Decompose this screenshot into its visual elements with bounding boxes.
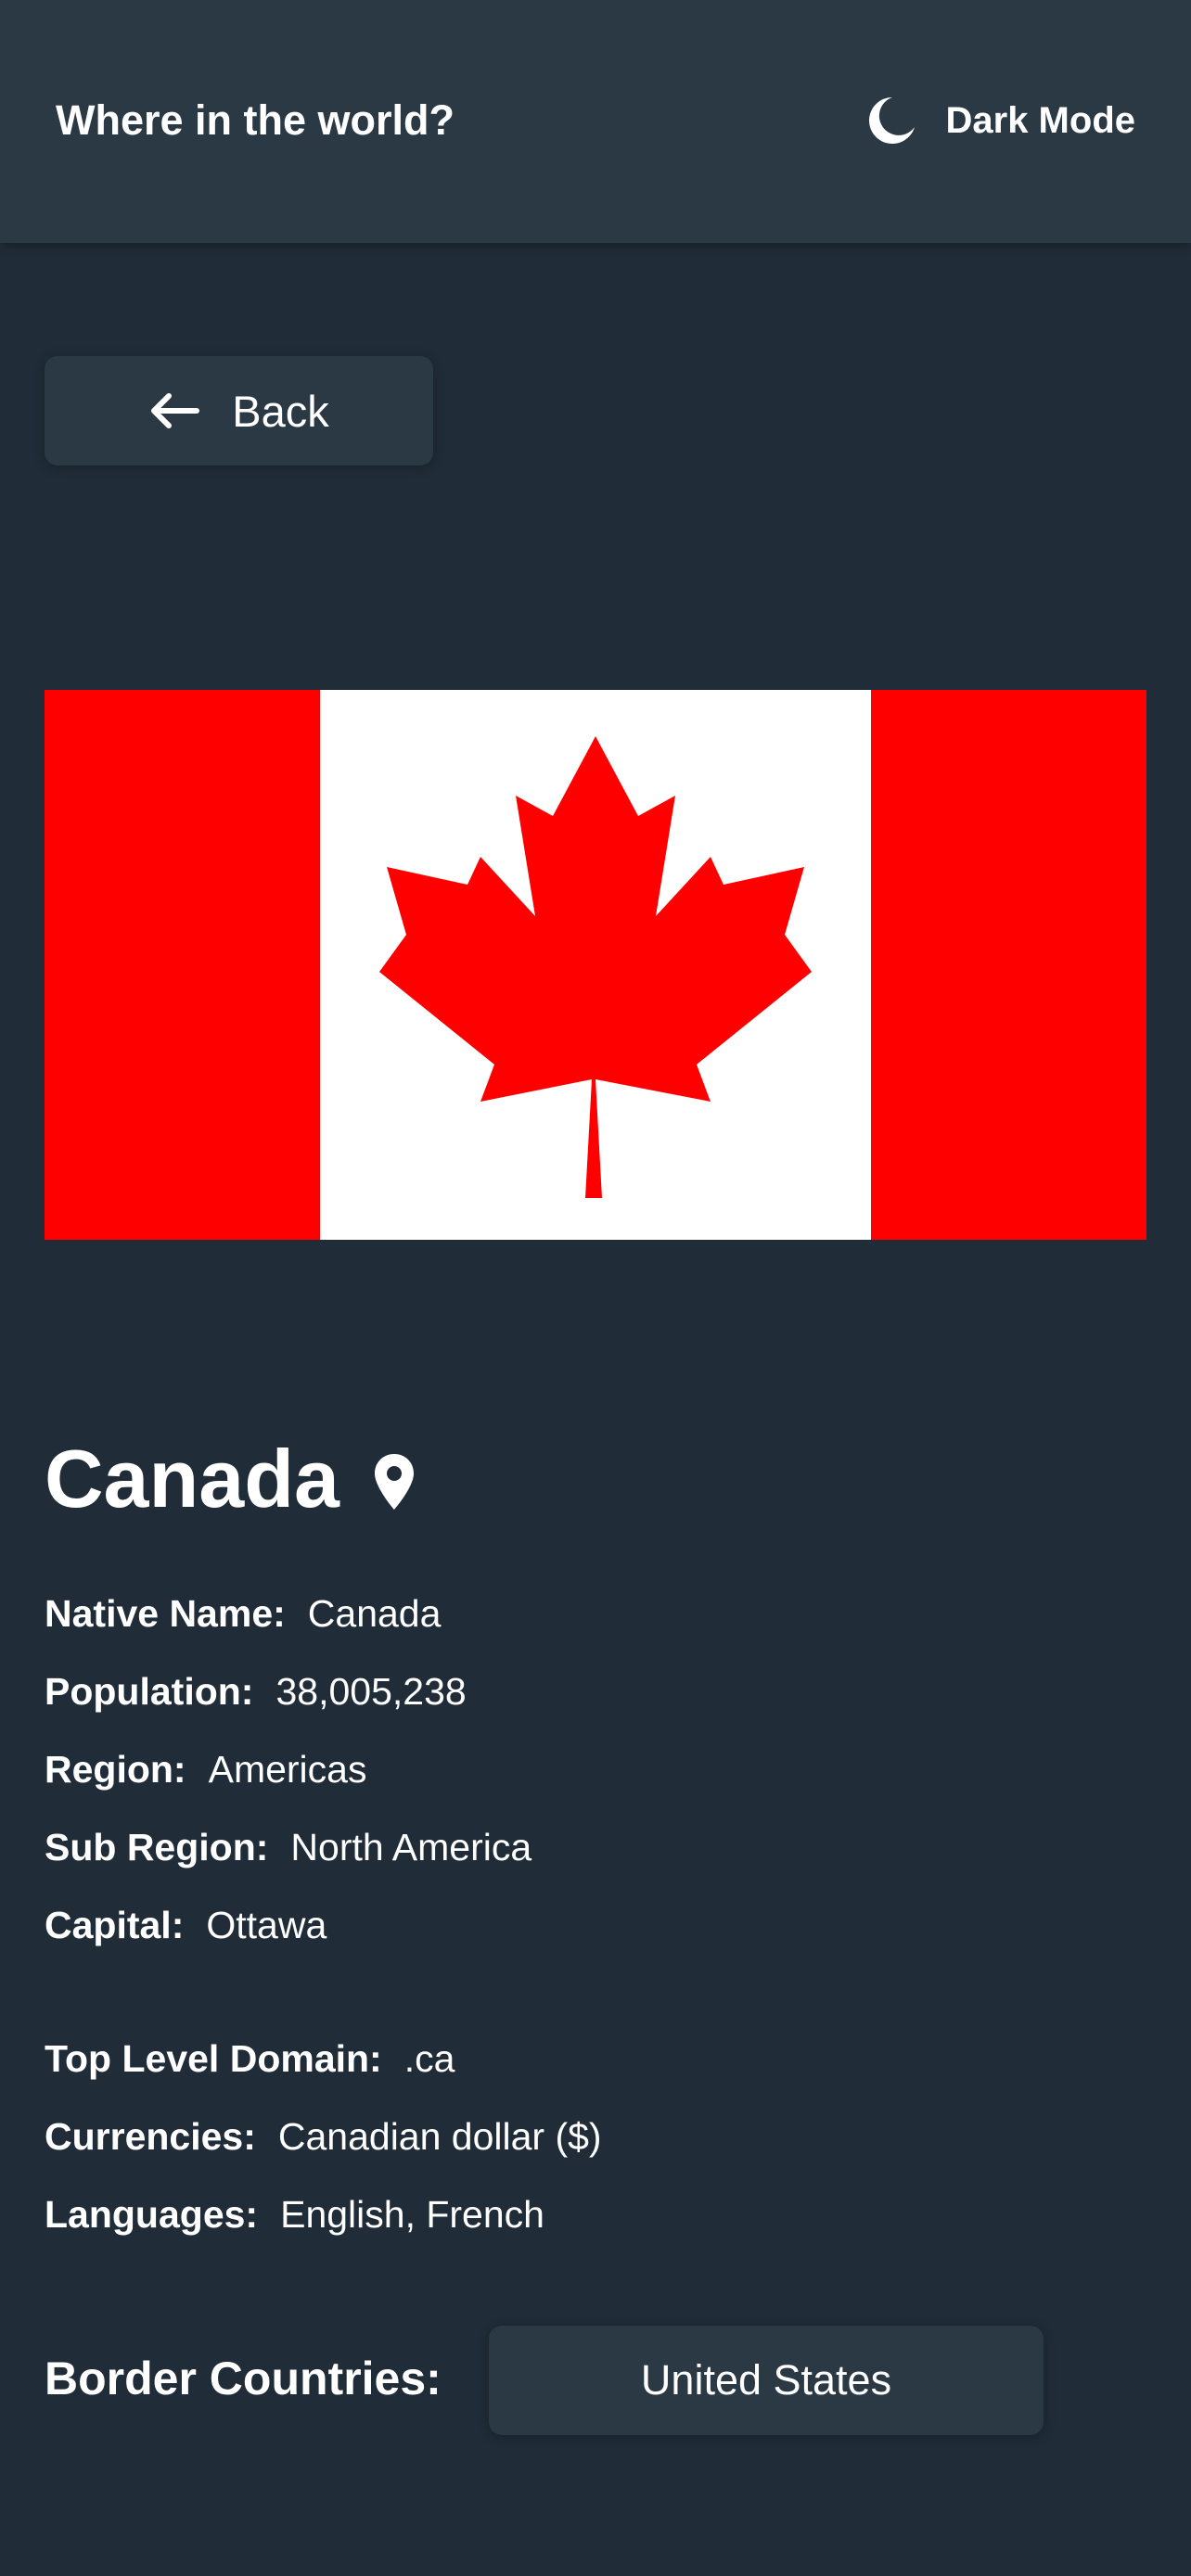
sub-region-label: Sub Region: [45, 1826, 269, 1868]
moon-icon [868, 97, 915, 144]
native-name-value: Canada [307, 1592, 442, 1635]
population-label: Population: [45, 1670, 254, 1713]
border-country-button[interactable]: United States [489, 2326, 1044, 2435]
currencies-row: Currencies: Canadian dollar ($) [45, 2109, 602, 2164]
top-level-domain-row: Top Level Domain: .ca [45, 2031, 455, 2086]
dark-mode-toggle[interactable]: Dark Mode [864, 93, 1136, 148]
languages-value: English, French [280, 2193, 544, 2236]
currencies-label: Currencies: [45, 2115, 256, 2158]
sub-region-row: Sub Region: North America [45, 1819, 531, 1875]
map-pin-icon[interactable] [373, 1452, 416, 1511]
dark-mode-label: Dark Mode [945, 99, 1136, 141]
region-value: Americas [208, 1748, 367, 1791]
native-name-label: Native Name: [45, 1592, 286, 1635]
canada-flag [45, 690, 1146, 1240]
capital-label: Capital: [45, 1904, 185, 1946]
languages-label: Languages: [45, 2193, 259, 2236]
population-value: 38,005,238 [275, 1670, 467, 1713]
country-name: Canada [45, 1433, 339, 1524]
app-title: Where in the world? [56, 96, 455, 144]
region-label: Region: [45, 1748, 186, 1791]
native-name-row: Native Name: Canada [45, 1586, 441, 1641]
back-button-label: Back [232, 386, 329, 436]
capital-value: Ottawa [206, 1904, 327, 1946]
currencies-value: Canadian dollar ($) [277, 2115, 602, 2158]
arrow-left-icon [151, 393, 200, 428]
top-level-domain-value: .ca [403, 2037, 455, 2080]
country-name-heading: Canada [45, 1433, 416, 1525]
languages-row: Languages: English, French [45, 2187, 544, 2242]
back-button[interactable]: Back [45, 356, 433, 465]
top-level-domain-label: Top Level Domain: [45, 2037, 382, 2080]
sub-region-value: North America [290, 1826, 532, 1868]
border-countries-label: Border Countries: [45, 2353, 442, 2404]
region-row: Region: Americas [45, 1741, 366, 1797]
app-header: Where in the world? Dark Mode [0, 0, 1191, 243]
population-row: Population: 38,005,238 [45, 1664, 467, 1719]
capital-row: Capital: Ottawa [45, 1897, 327, 1953]
